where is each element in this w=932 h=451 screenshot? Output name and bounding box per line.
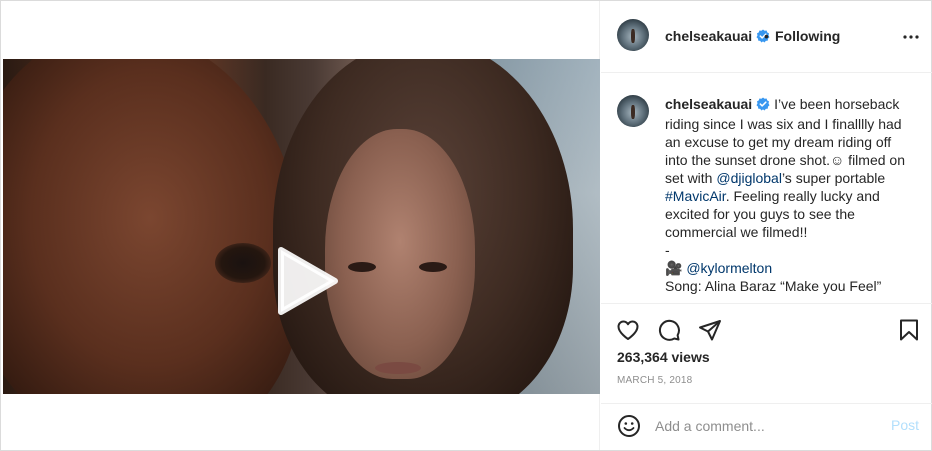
- bookmark-icon[interactable]: [897, 318, 921, 342]
- following-button[interactable]: Following: [775, 28, 840, 44]
- play-icon[interactable]: [271, 246, 341, 316]
- post-card: chelseakauai • Following chelseakauai I’…: [0, 0, 932, 451]
- mention-kylormelton-link[interactable]: @kylormelton: [686, 260, 772, 276]
- mention-djiglobal-link[interactable]: @djiglobal: [716, 170, 782, 186]
- view-count[interactable]: 263,364 views: [617, 349, 710, 365]
- post-comment-button[interactable]: Post: [891, 417, 919, 433]
- video-horse-eye: [215, 243, 271, 283]
- caption-song: Song: Alina Baraz “Make you Feel”: [665, 278, 882, 294]
- header-username[interactable]: chelseakauai: [665, 28, 770, 46]
- avatar[interactable]: [617, 19, 649, 51]
- heart-icon[interactable]: [616, 318, 640, 342]
- post-actions: 263,364 views MARCH 5, 2018: [601, 303, 932, 403]
- camera-icon: 🎥: [665, 260, 683, 276]
- smiley-icon[interactable]: [617, 414, 641, 438]
- header-username-text[interactable]: chelseakauai: [665, 28, 752, 44]
- video-player[interactable]: [3, 59, 600, 394]
- video-lips: [375, 362, 421, 374]
- post-date[interactable]: MARCH 5, 2018: [617, 375, 692, 386]
- caption-avatar[interactable]: [617, 95, 649, 127]
- video-right-eye: [419, 262, 447, 272]
- video-face: [325, 129, 475, 379]
- more-options-icon[interactable]: [901, 27, 921, 47]
- comment-input[interactable]: [655, 414, 875, 438]
- comments-section[interactable]: chelseakauai I’ve been horseback riding …: [601, 73, 932, 303]
- video-left-eye: [348, 262, 376, 272]
- add-comment-bar: Post: [601, 403, 932, 450]
- header-separator: •: [764, 28, 769, 44]
- video-horse: [3, 59, 303, 394]
- caption-dash: -: [665, 242, 670, 258]
- comment-bubble-icon[interactable]: [657, 318, 681, 342]
- post-caption: chelseakauai I’ve been horseback riding …: [665, 95, 915, 295]
- verified-badge-icon: [756, 97, 770, 115]
- paper-plane-icon[interactable]: [698, 318, 722, 342]
- caption-text-3: ’s super portable: [781, 170, 886, 186]
- post-header: chelseakauai • Following: [601, 1, 932, 73]
- caption-username[interactable]: chelseakauai: [665, 96, 752, 112]
- post-sidebar: chelseakauai • Following chelseakauai I’…: [601, 1, 932, 450]
- hashtag-mavicair-link[interactable]: #MavicAir: [665, 188, 726, 204]
- media-panel: [1, 1, 600, 450]
- caption-emoji: ☺: [830, 152, 845, 168]
